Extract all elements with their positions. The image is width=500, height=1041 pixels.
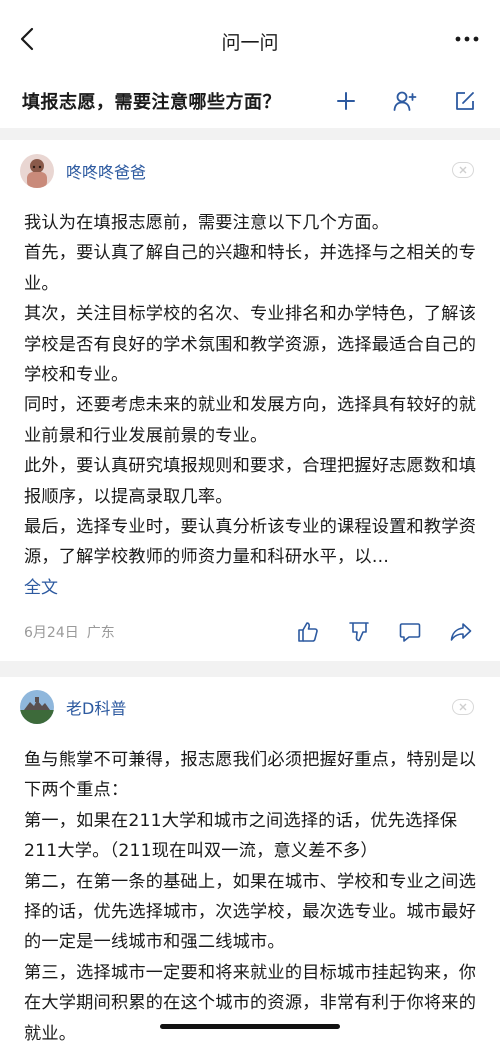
answer-paragraph: 鱼与熊掌不可兼得，报志愿我们必须把握好重点，特别是以下两个重点： bbox=[24, 749, 477, 801]
answer-author: 咚咚咚爸爸 bbox=[20, 140, 480, 202]
question-header: 填报志愿，需要注意哪些方面？ bbox=[0, 80, 500, 128]
avatar-image bbox=[20, 154, 54, 188]
thumbs-up-icon bbox=[298, 622, 318, 642]
avatar[interactable] bbox=[20, 689, 54, 724]
section-divider bbox=[0, 128, 500, 140]
answer-actions bbox=[295, 619, 474, 645]
share-button[interactable] bbox=[448, 619, 474, 645]
answer-meta: 6月24日 广东 bbox=[20, 603, 480, 661]
comment-button[interactable] bbox=[397, 619, 423, 645]
author-name[interactable]: 咚咚咚爸爸 bbox=[66, 159, 146, 183]
answer-content[interactable]: 我认为在填报志愿前，需要注意以下几个方面。 首先，要认真了解自己的兴趣和特长，并… bbox=[20, 202, 480, 573]
section-divider bbox=[0, 660, 500, 677]
question-title[interactable]: 填报志愿，需要注意哪些方面？ bbox=[22, 88, 281, 114]
answer-card: 咚咚咚爸爸 我认为在填报志愿前，需要注意以下几个方面。 首先，要认真了解自己的兴… bbox=[0, 140, 500, 661]
plus-icon bbox=[337, 92, 355, 110]
comment-icon bbox=[399, 623, 421, 642]
answer-date: 6月24日 bbox=[24, 624, 79, 641]
dislike-button[interactable] bbox=[346, 619, 372, 645]
dismiss-button[interactable] bbox=[452, 698, 474, 715]
avatar[interactable] bbox=[20, 154, 54, 188]
answer-paragraph: 第一，如果在211大学和城市之间选择的话，优先选择保211大学。（211现在叫双… bbox=[24, 810, 458, 862]
thumbs-down-icon bbox=[349, 622, 369, 642]
answer-card: 老D科普 鱼与熊掌不可兼得，报志愿我们必须把握好重点，特别是以下两个重点： 第一… bbox=[0, 677, 500, 1041]
author-name[interactable]: 老D科普 bbox=[66, 695, 126, 719]
dismiss-button[interactable] bbox=[452, 162, 474, 178]
like-button[interactable] bbox=[295, 619, 321, 645]
nav-bar: 问一问 bbox=[0, 0, 500, 80]
invite-button[interactable] bbox=[392, 88, 418, 114]
avatar-image bbox=[20, 689, 54, 724]
answer-paragraph: 其次，关注目标学校的名次、专业排名和办学特色，了解该学校是否有良好的学术氛围和教… bbox=[24, 304, 477, 386]
more-dots-icon bbox=[455, 36, 479, 42]
answer-author: 老D科普 bbox=[20, 677, 480, 737]
answer-paragraph: 首先，要认真了解自己的兴趣和特长，并选择与之相关的专业。 bbox=[24, 243, 477, 294]
answer-paragraph: 我认为在填报志愿前，需要注意以下几个方面。 bbox=[24, 213, 390, 233]
page-title: 问一问 bbox=[221, 32, 279, 54]
close-icon bbox=[459, 166, 467, 174]
answer-content[interactable]: 鱼与熊掌不可兼得，报志愿我们必须把握好重点，特别是以下两个重点： 第一，如果在2… bbox=[20, 737, 480, 1041]
answer-paragraph: 此外，要认真研究填报规则和要求，合理把握好志愿数和填报顺序，以提高录取几率。 bbox=[24, 456, 477, 507]
edit-icon bbox=[456, 92, 474, 110]
full-text-link[interactable]: 全文 bbox=[20, 573, 480, 603]
write-answer-button[interactable] bbox=[452, 88, 478, 114]
share-icon bbox=[450, 623, 472, 641]
answer-paragraph: 第二，在第一条的基础上，如果在城市、学校和专业之间选择的话，优先选择城市，次选学… bbox=[24, 871, 477, 953]
answer-paragraph: 同时，还要考虑未来的就业和发展方向，选择具有较好的就业前景和行业发展前景的专业。 bbox=[24, 395, 477, 446]
answer-paragraph: 最后，选择专业时，要认真分析该专业的课程设置和教学资源，了解学校教师的师资力量和… bbox=[24, 517, 477, 568]
more-button[interactable] bbox=[452, 26, 482, 52]
home-indicator[interactable] bbox=[160, 1024, 340, 1029]
close-icon bbox=[459, 703, 467, 711]
add-user-icon bbox=[393, 91, 417, 111]
answer-location: 广东 bbox=[86, 624, 115, 641]
add-button[interactable] bbox=[333, 88, 359, 114]
